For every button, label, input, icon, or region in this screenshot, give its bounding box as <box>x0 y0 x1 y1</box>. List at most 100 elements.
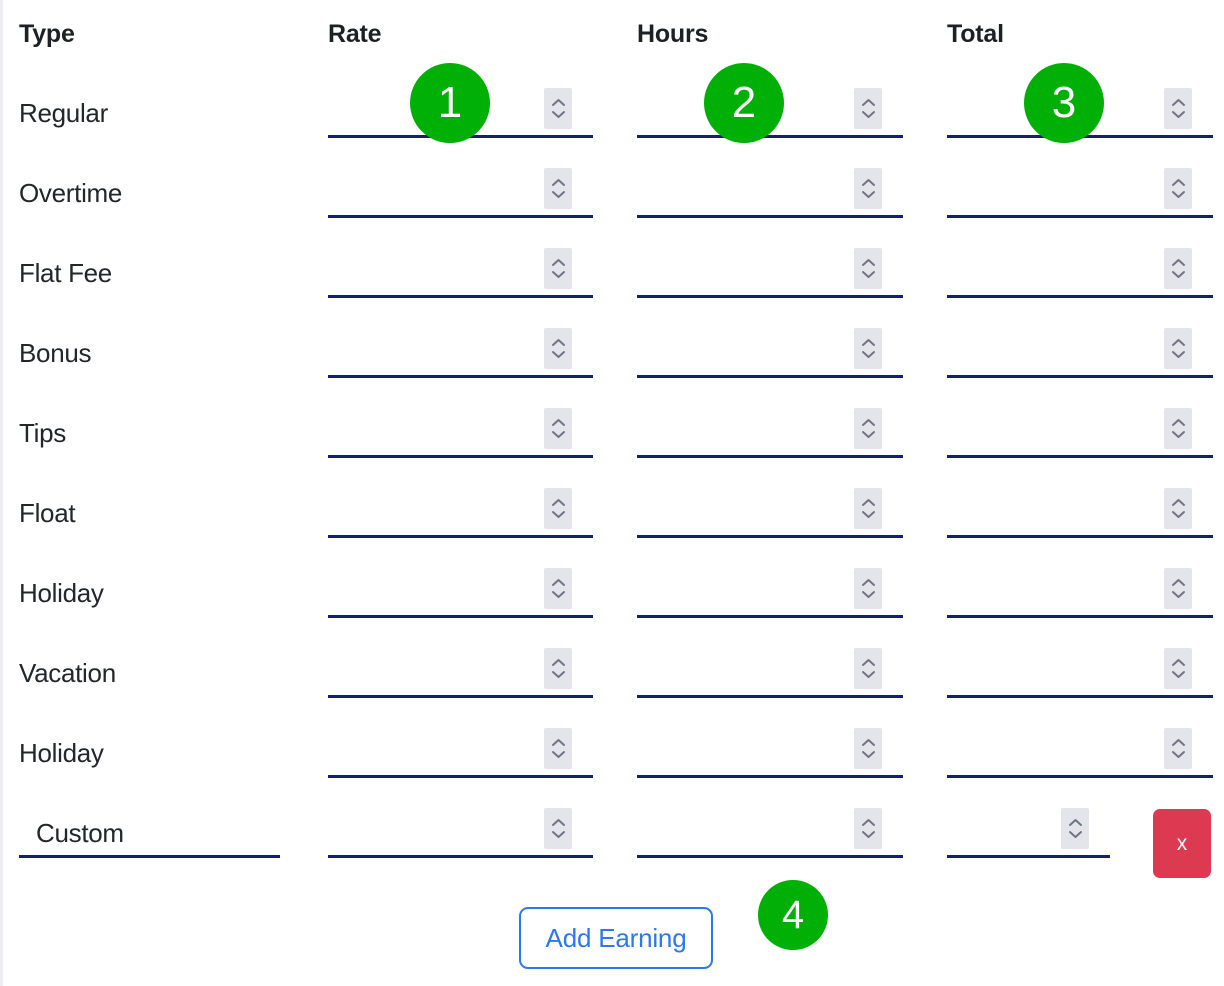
chevron-up-icon <box>861 179 875 186</box>
hours-stepper[interactable] <box>854 408 882 449</box>
table-row: Bonus <box>3 320 1224 400</box>
total-stepper[interactable] <box>1164 568 1192 609</box>
chevron-up-icon <box>1171 659 1185 666</box>
custom-rate-underline <box>328 855 593 858</box>
rate-underline <box>328 295 593 298</box>
chevron-up-icon <box>1171 259 1185 266</box>
chevron-up-icon <box>551 739 565 746</box>
chevron-down-icon <box>1171 111 1185 118</box>
chevron-up-icon <box>551 179 565 186</box>
total-underline <box>947 375 1213 378</box>
hours-stepper[interactable] <box>854 88 882 129</box>
hours-stepper[interactable] <box>854 728 882 769</box>
total-stepper[interactable] <box>1164 728 1192 769</box>
custom-rate-stepper[interactable] <box>544 808 572 849</box>
row-type-label: Tips <box>19 418 66 448</box>
chevron-down-icon <box>861 671 875 678</box>
chevron-up-icon <box>551 659 565 666</box>
rate-stepper[interactable] <box>544 648 572 689</box>
chevron-down-icon <box>861 351 875 358</box>
total-stepper[interactable] <box>1164 168 1192 209</box>
rate-stepper[interactable] <box>544 568 572 609</box>
chevron-down-icon <box>861 511 875 518</box>
annotation-badge-1: 1 <box>410 63 490 143</box>
chevron-down-icon <box>551 271 565 278</box>
total-stepper[interactable] <box>1164 408 1192 449</box>
total-stepper[interactable] <box>1164 648 1192 689</box>
chevron-down-icon <box>861 591 875 598</box>
hours-underline <box>637 215 903 218</box>
delete-row-button[interactable]: x <box>1153 809 1211 878</box>
rate-underline <box>328 455 593 458</box>
total-stepper[interactable] <box>1164 328 1192 369</box>
row-type-label: Float <box>19 498 76 528</box>
chevron-down-icon <box>1171 351 1185 358</box>
chevron-down-icon <box>551 351 565 358</box>
chevron-up-icon <box>861 819 875 826</box>
chevron-up-icon <box>1171 579 1185 586</box>
chevron-up-icon <box>551 259 565 266</box>
chevron-down-icon <box>551 831 565 838</box>
chevron-down-icon <box>1171 431 1185 438</box>
hours-underline <box>637 775 903 778</box>
custom-type-cell <box>19 800 280 880</box>
chevron-down-icon <box>1171 511 1185 518</box>
column-header-rate: Rate <box>328 20 382 48</box>
rate-stepper[interactable] <box>544 488 572 529</box>
chevron-down-icon <box>551 431 565 438</box>
rate-stepper[interactable] <box>544 328 572 369</box>
rate-stepper[interactable] <box>544 728 572 769</box>
chevron-down-icon <box>551 751 565 758</box>
rate-stepper[interactable] <box>544 248 572 289</box>
column-header-type: Type <box>19 20 75 48</box>
chevron-down-icon <box>551 671 565 678</box>
total-stepper[interactable] <box>1164 88 1192 129</box>
hours-stepper[interactable] <box>854 648 882 689</box>
table-row: Holiday <box>3 560 1224 640</box>
rate-underline <box>328 535 593 538</box>
chevron-down-icon <box>1171 191 1185 198</box>
chevron-down-icon <box>861 431 875 438</box>
custom-type-underline <box>19 855 280 858</box>
earnings-table-page: Type Rate Hours Total Regular Overtime Fla… <box>0 0 1224 986</box>
chevron-up-icon <box>1171 99 1185 106</box>
rate-underline <box>328 375 593 378</box>
rate-stepper[interactable] <box>544 88 572 129</box>
hours-stepper[interactable] <box>854 568 882 609</box>
hours-stepper[interactable] <box>854 248 882 289</box>
total-underline <box>947 295 1213 298</box>
hours-stepper[interactable] <box>854 488 882 529</box>
hours-underline <box>637 295 903 298</box>
annotation-badge-4: 4 <box>758 880 828 950</box>
chevron-down-icon <box>861 751 875 758</box>
annotation-badge-3: 3 <box>1024 63 1104 143</box>
custom-table-row: x <box>3 800 1224 880</box>
custom-total-stepper[interactable] <box>1061 808 1089 849</box>
chevron-up-icon <box>551 99 565 106</box>
total-underline <box>947 615 1213 618</box>
rate-underline <box>328 695 593 698</box>
custom-type-input[interactable] <box>19 811 280 855</box>
chevron-up-icon <box>1171 419 1185 426</box>
column-header-hours: Hours <box>637 20 709 48</box>
chevron-down-icon <box>551 591 565 598</box>
custom-hours-stepper[interactable] <box>854 808 882 849</box>
chevron-down-icon <box>551 111 565 118</box>
chevron-up-icon <box>551 819 565 826</box>
rate-stepper[interactable] <box>544 408 572 449</box>
total-stepper[interactable] <box>1164 248 1192 289</box>
chevron-up-icon <box>861 339 875 346</box>
chevron-down-icon <box>861 111 875 118</box>
hours-stepper[interactable] <box>854 168 882 209</box>
row-type-label: Flat Fee <box>19 258 112 288</box>
total-underline <box>947 535 1213 538</box>
hours-stepper[interactable] <box>854 328 882 369</box>
add-earning-button[interactable]: Add Earning <box>519 907 713 969</box>
table-row: Float <box>3 480 1224 560</box>
hours-underline <box>637 135 903 138</box>
total-stepper[interactable] <box>1164 488 1192 529</box>
row-type-label: Holiday <box>19 578 104 608</box>
chevron-up-icon <box>1171 339 1185 346</box>
table-row: Overtime <box>3 160 1224 240</box>
rate-stepper[interactable] <box>544 168 572 209</box>
